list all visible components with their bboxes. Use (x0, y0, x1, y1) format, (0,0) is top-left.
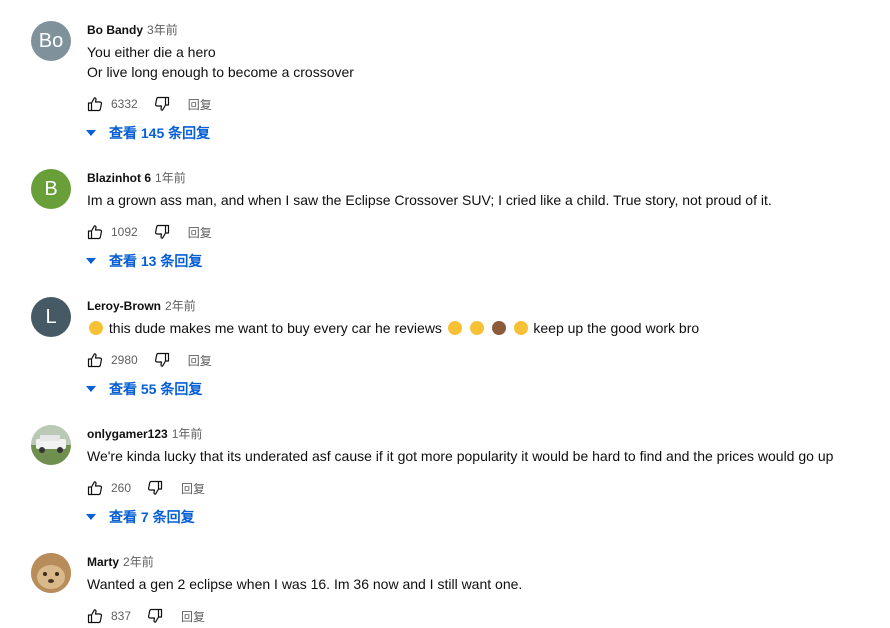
comment-text: You either die a hero Or live long enoug… (87, 42, 354, 82)
like-count: 1092 (111, 225, 138, 239)
view-replies-button[interactable]: 查看 145 条回复 (84, 123, 210, 143)
car-photo-avatar (31, 425, 71, 465)
reply-button[interactable]: 回复 (188, 352, 212, 369)
caret-down-icon (84, 510, 98, 524)
view-replies-label: 查看 13 条回复 (109, 253, 203, 269)
comment-time[interactable]: 2年前 (123, 555, 154, 569)
comment-header: onlygamer123 1年前 (87, 426, 202, 442)
like-count: 2980 (111, 353, 138, 367)
comment-line: You either die a hero (87, 44, 216, 60)
rolling-laughing-emoji (89, 321, 103, 335)
avatar[interactable]: Bo (31, 21, 71, 61)
comment-text-part: this dude makes me want to buy every car… (108, 320, 442, 336)
rolling-laughing-emoji (469, 321, 484, 335)
view-replies-button[interactable]: 查看 55 条回复 (84, 379, 202, 399)
comment-time[interactable]: 2年前 (165, 299, 196, 313)
author-name[interactable]: Marty (87, 555, 119, 569)
caret-down-icon (84, 254, 98, 268)
author-name[interactable]: onlygamer123 (87, 427, 168, 441)
caret-down-icon (84, 382, 98, 396)
avatar[interactable]: L (31, 297, 71, 337)
comment-text: this dude makes me want to buy every car… (87, 318, 699, 338)
comment-header: Marty 2年前 (87, 554, 154, 570)
comment-header: Bo Bandy 3年前 (87, 22, 178, 38)
comment-actions: 6332 回复 (87, 96, 212, 112)
rolling-laughing-emoji (447, 321, 462, 335)
comment-time[interactable]: 1年前 (172, 427, 203, 441)
comment-line: Wanted a gen 2 eclipse when I was 16. Im… (87, 576, 523, 592)
comment-header: Leroy-Brown 2年前 (87, 298, 196, 314)
comment-line: Im a grown ass man, and when I saw the E… (87, 192, 772, 208)
comment-text: Im a grown ass man, and when I saw the E… (87, 190, 772, 210)
view-replies-label: 查看 7 条回复 (109, 509, 195, 525)
comment-line: this dude makes me want to buy every car… (87, 318, 699, 338)
thumb-up-icon[interactable] (87, 352, 103, 368)
thumb-up-icon[interactable] (87, 96, 103, 112)
thumb-up-icon[interactable] (87, 224, 103, 240)
view-replies-label: 查看 55 条回复 (109, 381, 203, 397)
caret-down-icon (84, 126, 98, 140)
avatar[interactable]: B (31, 169, 71, 209)
comment-time[interactable]: 1年前 (155, 171, 186, 185)
avatar[interactable] (31, 425, 71, 465)
thumb-down-icon[interactable] (154, 96, 170, 112)
comment-actions: 2980 回复 (87, 352, 212, 368)
comment-header: Blazinhot 6 1年前 (87, 170, 186, 186)
thumb-down-icon[interactable] (154, 352, 170, 368)
avatar[interactable] (31, 553, 71, 593)
comment-actions: 260 回复 (87, 480, 205, 496)
reply-button[interactable]: 回复 (181, 608, 205, 625)
comment-text: Wanted a gen 2 eclipse when I was 16. Im… (87, 574, 522, 594)
like-count: 837 (111, 609, 132, 623)
like-count: 6332 (111, 97, 138, 111)
comment-actions: 837 回复 (87, 608, 205, 624)
dog-photo-avatar (31, 553, 71, 593)
comment-line: Or live long enough to become a crossove… (87, 64, 354, 80)
like-count: 260 (111, 481, 132, 495)
thumb-up-icon[interactable] (87, 480, 103, 496)
fist-bump-emoji (491, 321, 506, 335)
thumb-up-icon[interactable] (87, 608, 103, 624)
reply-button[interactable]: 回复 (188, 224, 212, 241)
comment-text-part: keep up the good work bro (533, 320, 700, 336)
reply-button[interactable]: 回复 (188, 96, 212, 113)
thumb-down-icon[interactable] (154, 224, 170, 240)
view-replies-button[interactable]: 查看 13 条回复 (84, 251, 202, 271)
author-name[interactable]: Bo Bandy (87, 23, 143, 37)
view-replies-button[interactable]: 查看 7 条回复 (84, 507, 195, 527)
comment-actions: 1092 回复 (87, 224, 212, 240)
author-name[interactable]: Leroy-Brown (87, 299, 161, 313)
view-replies-label: 查看 145 条回复 (109, 125, 211, 141)
steam-face-emoji (513, 321, 528, 335)
comment-time[interactable]: 3年前 (147, 23, 178, 37)
thumb-down-icon[interactable] (147, 480, 163, 496)
comment-line: We're kinda lucky that its underated asf… (87, 448, 834, 464)
comment-text: We're kinda lucky that its underated asf… (87, 446, 833, 466)
reply-button[interactable]: 回复 (181, 480, 205, 497)
thumb-down-icon[interactable] (147, 608, 163, 624)
author-name[interactable]: Blazinhot 6 (87, 171, 151, 185)
